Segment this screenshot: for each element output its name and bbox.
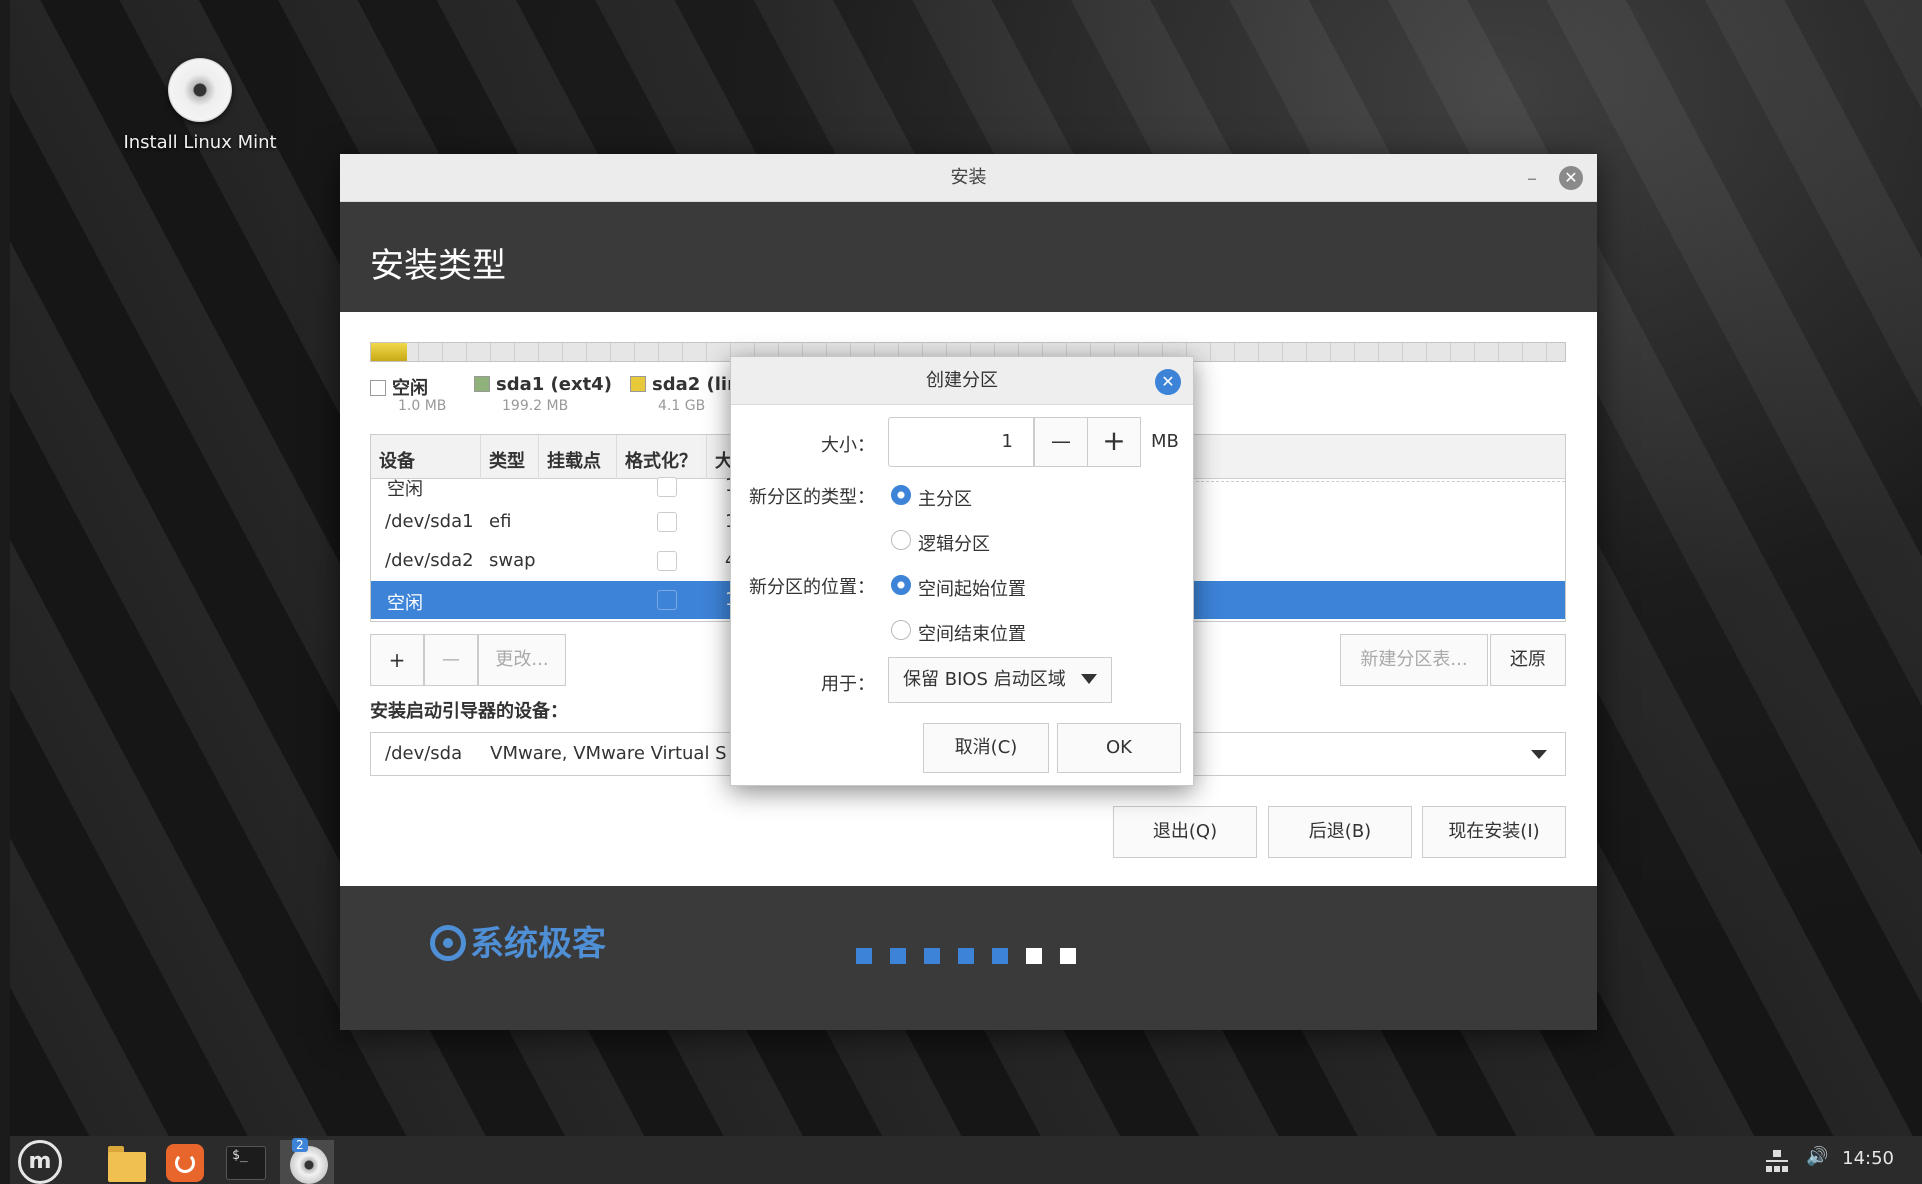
use-as-select[interactable]: 保留 BIOS 启动区域: [888, 657, 1112, 703]
dialog-close-button[interactable]: ✕: [1155, 369, 1181, 395]
add-partition-button[interactable]: +: [370, 634, 424, 686]
size-unit: MB: [1151, 431, 1179, 452]
progress-dot-done: [924, 948, 940, 964]
size-decrease-button[interactable]: —: [1034, 417, 1088, 467]
chevron-down-icon: [1531, 750, 1547, 759]
format-checkbox[interactable]: [657, 512, 677, 532]
taskbar: m $_ 2 🔊 14:50: [10, 1136, 1922, 1184]
column-header-mount[interactable]: 挂载点: [539, 435, 617, 479]
disc-icon: [168, 58, 232, 122]
partition-type-label: 新分区的类型：: [749, 487, 875, 508]
size-input[interactable]: 1: [888, 417, 1034, 467]
chevron-down-icon: [1081, 674, 1097, 684]
progress-dot-pending: [1026, 948, 1042, 964]
installer-task-icon[interactable]: 2: [280, 1138, 334, 1184]
cancel-button[interactable]: 取消(C): [923, 723, 1049, 773]
legend-swatch: [370, 380, 386, 396]
size-label: 大小：: [821, 435, 875, 456]
remove-partition-button[interactable]: —: [424, 634, 478, 686]
use-as-label: 用于：: [821, 674, 875, 695]
back-button[interactable]: 后退(B): [1268, 806, 1412, 858]
create-partition-dialog: 创建分区 ✕ 大小： 1 — + MB 新分区的类型： 主分区 逻辑分区 新分区…: [730, 356, 1194, 786]
progress-dot-done: [890, 948, 906, 964]
new-partition-table-button[interactable]: 新建分区表...: [1340, 634, 1488, 686]
logical-partition-label[interactable]: 逻辑分区: [918, 530, 990, 556]
minimize-button[interactable]: –: [1527, 154, 1537, 202]
window-count-badge: 2: [292, 1138, 308, 1152]
progress-dot-done: [992, 948, 1008, 964]
location-end-radio[interactable]: [891, 620, 911, 640]
bootloader-label: 安装启动引导器的设备：: [370, 701, 568, 722]
column-header-format[interactable]: 格式化？: [617, 435, 707, 479]
ok-button[interactable]: OK: [1057, 723, 1181, 773]
location-end-label[interactable]: 空间结束位置: [918, 620, 1026, 646]
installer-footer: 系统极客: [340, 886, 1597, 1030]
size-increase-button[interactable]: +: [1087, 417, 1141, 467]
update-manager-icon[interactable]: [162, 1140, 206, 1184]
legend-swatch: [630, 376, 646, 392]
primary-partition-radio[interactable]: [891, 485, 911, 505]
legend-item-free: 空闲 1.0 MB: [370, 374, 446, 414]
network-icon[interactable]: [1766, 1150, 1788, 1172]
window-title: 安装: [950, 167, 987, 188]
mint-menu-icon[interactable]: m: [18, 1140, 62, 1184]
progress-dot-done: [856, 948, 872, 964]
page-title: 安装类型: [340, 202, 1597, 312]
legend-item-sda2: sda2 (lin 4.1 GB: [630, 374, 740, 414]
terminal-icon[interactable]: $_: [222, 1140, 266, 1184]
format-checkbox[interactable]: [657, 590, 677, 610]
desktop-icon-label: Install Linux Mint: [123, 132, 277, 153]
column-header-device[interactable]: 设备: [371, 435, 481, 479]
dialog-titlebar[interactable]: 创建分区 ✕: [731, 357, 1193, 405]
legend-item-sda1: sda1 (ext4) 199.2 MB: [474, 374, 612, 414]
window-titlebar[interactable]: 安装 – ✕: [340, 154, 1597, 202]
brand-watermark: 系统极客: [430, 916, 606, 965]
format-checkbox[interactable]: [657, 551, 677, 571]
disk-usage-segment: [371, 343, 407, 361]
clock[interactable]: 14:50: [1842, 1148, 1894, 1169]
column-header-type[interactable]: 类型: [481, 435, 539, 479]
location-start-label[interactable]: 空间起始位置: [918, 575, 1026, 601]
primary-partition-label[interactable]: 主分区: [918, 485, 972, 511]
partition-location-label: 新分区的位置：: [749, 577, 875, 598]
progress-dot-pending: [1060, 948, 1076, 964]
dialog-title: 创建分区: [926, 370, 998, 391]
logical-partition-radio[interactable]: [891, 530, 911, 550]
file-manager-icon[interactable]: [104, 1140, 148, 1184]
legend-swatch: [474, 376, 490, 392]
revert-button[interactable]: 还原: [1490, 634, 1566, 686]
volume-icon[interactable]: 🔊: [1806, 1146, 1828, 1167]
progress-dot-done: [958, 948, 974, 964]
change-partition-button[interactable]: 更改...: [478, 634, 566, 686]
install-now-button[interactable]: 现在安装(I): [1422, 806, 1566, 858]
location-start-radio[interactable]: [891, 575, 911, 595]
quit-button[interactable]: 退出(Q): [1113, 806, 1257, 858]
close-button[interactable]: ✕: [1559, 166, 1583, 190]
install-linux-mint-desktop-icon[interactable]: Install Linux Mint: [105, 58, 295, 153]
swirl-logo-icon: [430, 925, 466, 961]
format-checkbox[interactable]: [657, 477, 677, 497]
